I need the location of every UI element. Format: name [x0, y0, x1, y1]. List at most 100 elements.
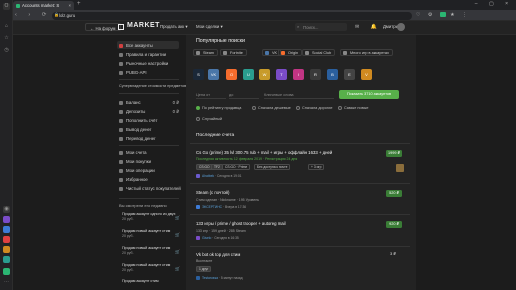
cart-icon[interactable]: 🛒	[175, 232, 180, 238]
browser-tab[interactable]: Accounts market: S ×	[13, 1, 74, 10]
account-title[interactable]: Cs Go (prime) 35 lvl 300.75 rub + mail +…	[196, 150, 332, 155]
header-icons[interactable]: ✉ 🔔	[355, 24, 382, 30]
menu-item-balance[interactable]: Баланс 0 ₽	[119, 100, 179, 105]
price-from-input[interactable]: Цена от	[196, 91, 226, 99]
cart-icon[interactable]: 🛒	[175, 249, 180, 255]
app-icon[interactable]	[3, 226, 10, 233]
vk-icon[interactable]: VK	[208, 69, 219, 80]
extension-icon[interactable]	[439, 12, 446, 18]
seller-name[interactable]: Testarossa	[202, 276, 218, 280]
app-icon[interactable]	[3, 256, 10, 263]
menu-item-all-accounts[interactable]: Все аккаунты	[117, 41, 179, 49]
messenger-icon[interactable]: ◉	[3, 206, 10, 213]
seller-line[interactable]: Giselo · Сегодня в 16:35	[196, 236, 239, 241]
seller-line[interactable]: ЭКСЕРТИНС · Вчера в 17:36	[196, 205, 246, 210]
menu-item-deposits[interactable]: Депозиты 0 ₽	[119, 109, 179, 114]
epic-icon[interactable]: E	[344, 69, 355, 80]
opera-icon[interactable]: O	[3, 3, 10, 10]
chip-steam[interactable]: Steam	[193, 49, 218, 56]
recent-item[interactable]: Продам аккаунт стим	[122, 279, 180, 283]
sort-cheap-radio[interactable]: Сначала дешевые	[252, 106, 291, 111]
forum-button[interactable]: ← На форум	[85, 23, 121, 31]
recent-item[interactable]: Продам новый аккаунт стим 20 руб. 🛒	[122, 263, 180, 273]
radio-icon	[296, 106, 300, 110]
bell-icon[interactable]: 🔔	[371, 24, 382, 30]
nav-buttons[interactable]: ‹ › ⟳	[15, 12, 51, 19]
cart-icon[interactable]: 🛒	[175, 266, 180, 272]
telegram-icon[interactable]: V	[361, 69, 372, 80]
wot-icon[interactable]: W	[259, 69, 270, 80]
menu-item-withdraw[interactable]: Вывод денег	[119, 127, 151, 132]
avatar[interactable]	[397, 23, 405, 31]
bookmarks-icon[interactable]: ☆	[3, 35, 10, 42]
messages-icon[interactable]: ✉	[355, 24, 364, 30]
menu-item-my-accounts[interactable]: Мои счета	[119, 150, 147, 155]
origin-icon[interactable]: O	[226, 69, 237, 80]
sell-account-button[interactable]: Продать акк ▾	[160, 24, 188, 29]
seller-avatar	[196, 205, 200, 209]
window-controls[interactable]: – ▢ ×	[475, 1, 513, 7]
app-icon[interactable]	[3, 268, 10, 275]
seller-name[interactable]: ЭКСЕРТИНС	[202, 205, 222, 209]
recent-price: 20 руб.	[122, 217, 134, 222]
app-icon[interactable]	[3, 236, 10, 243]
instagram-icon[interactable]: I	[293, 69, 304, 80]
new-tab-icon[interactable]: +	[77, 1, 81, 8]
menu-item-top-up[interactable]: Пополнить счёт	[119, 118, 157, 123]
menu-item-rules[interactable]: Правила и гарантии	[119, 52, 166, 57]
account-title[interactable]: Vk bot ok top для стим	[196, 252, 240, 257]
more-icon[interactable]: ⋯	[3, 279, 10, 286]
logo-icon[interactable]	[118, 24, 124, 30]
username[interactable]: Дмитри	[383, 24, 398, 29]
battlenet-icon[interactable]: B	[327, 69, 338, 80]
keywords-input[interactable]: Ключевые слова	[264, 91, 334, 99]
chip-fortnite[interactable]: Fortnite	[220, 49, 247, 56]
chip-social-club[interactable]: Social Club	[302, 49, 336, 56]
chip-label: Steam	[203, 51, 214, 56]
steam-icon[interactable]: S	[193, 69, 204, 80]
menu-item-transfer[interactable]: Перевод денег	[119, 136, 156, 141]
recent-item[interactable]: Продам аккаунт одного из двух 20 руб. 🛒	[122, 212, 180, 222]
url-field[interactable]: 🔒 lolz.guru	[52, 11, 412, 20]
close-tab-icon[interactable]: ×	[68, 3, 71, 8]
menu-item-my-operations[interactable]: Мои операции	[119, 168, 155, 173]
menu-item-favorites[interactable]: Избранное	[119, 177, 148, 182]
menu-item-buyer-status[interactable]: Чистый статус покупателей	[119, 186, 181, 191]
post-time: Сегодня в 19:01	[217, 173, 242, 178]
seller-line[interactable]: Ahatbek · Сегодня в 19:01	[196, 174, 242, 179]
price-badge[interactable]: 520 ₽	[386, 190, 402, 197]
sort-rating-radio[interactable]: По рейтингу продавца	[196, 106, 241, 111]
app-icon[interactable]	[3, 246, 10, 253]
logo[interactable]: MARKET	[127, 22, 160, 30]
chip-origin[interactable]: Origin	[278, 49, 303, 56]
recent-item[interactable]: Продам новый аккаунт стим 20 руб. 🛒	[122, 229, 180, 239]
seller-name[interactable]: Ahatbek	[202, 174, 214, 178]
home-icon[interactable]: ⌂	[3, 23, 10, 30]
sort-expensive-radio[interactable]: Сначала дорогие	[296, 106, 333, 111]
recent-item[interactable]: Продам новый аккаунт стим 20 руб. 🛒	[122, 246, 180, 256]
price-to-input[interactable]: до	[229, 91, 259, 99]
price-badge[interactable]: 920 ₽	[386, 221, 402, 228]
cart-icon[interactable]: 🛒	[175, 215, 180, 221]
seller-name[interactable]: Giselo	[202, 236, 211, 240]
seller-line[interactable]: Testarossa · 5 минут назад	[196, 276, 243, 281]
account-title[interactable]: 133 игры / prime / ghost trooper + autor…	[196, 221, 286, 226]
my-transactions-button[interactable]: Мои сделки ▾	[196, 24, 223, 29]
menu-item-my-purchases[interactable]: Мои покупки	[119, 159, 151, 164]
twitch-icon[interactable]: T	[276, 69, 287, 80]
show-accounts-button[interactable]: Показать 3710 аккаунтов	[339, 90, 399, 99]
sort-newest-radio[interactable]: Самые новые	[338, 106, 368, 111]
chip-many-games[interactable]: Много игр в аккаунтах	[340, 49, 393, 56]
price-text[interactable]: 3 ₽	[390, 251, 396, 257]
uplay-icon[interactable]: U	[243, 69, 254, 80]
social-club-icon[interactable]: R	[310, 69, 321, 80]
history-icon[interactable]: ◷	[3, 47, 10, 54]
sort-random-radio[interactable]: Случайный	[196, 117, 222, 122]
price-badge[interactable]: 1999 ₽	[386, 150, 402, 157]
search-input[interactable]: ⌕ Поиск...	[295, 23, 347, 31]
menu-item-settings[interactable]: Рыночные настройки	[119, 61, 168, 66]
extensions-bar[interactable]: ♡ ⚙ ★ ⋮	[416, 12, 470, 18]
app-icon[interactable]	[3, 216, 10, 223]
menu-item-pubg-api[interactable]: PUBG-API	[119, 70, 147, 75]
account-title[interactable]: Steam (с почтой)	[196, 190, 229, 195]
